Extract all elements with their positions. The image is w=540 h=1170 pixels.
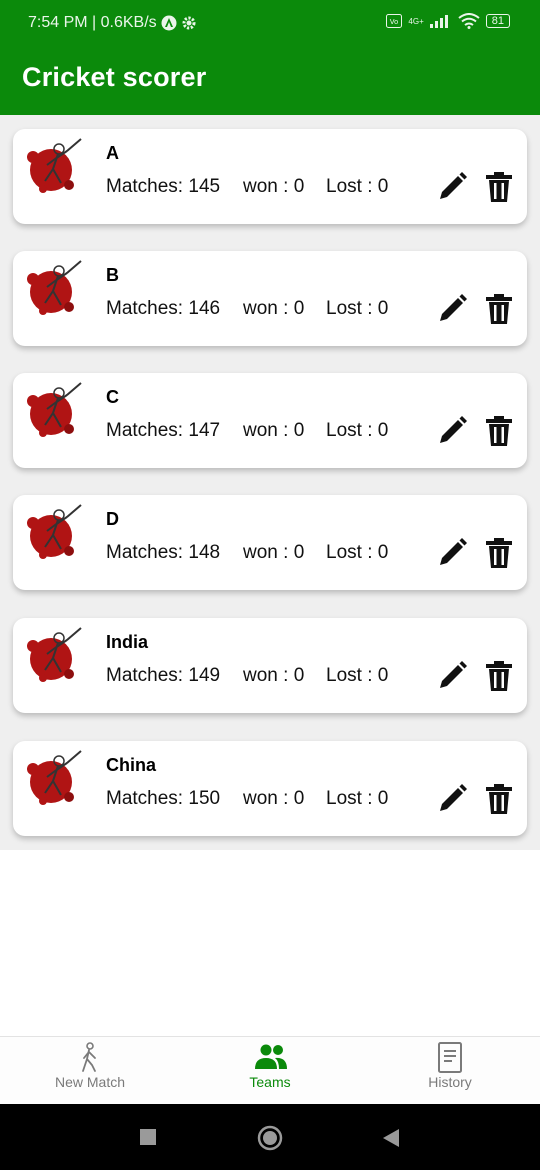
people-icon xyxy=(255,1044,287,1069)
battery-level: 81 xyxy=(491,15,504,27)
edit-pencil-icon[interactable] xyxy=(436,783,468,815)
lost-value: 0 xyxy=(377,176,389,197)
nav-history[interactable]: History xyxy=(360,1037,540,1105)
lost-value: 0 xyxy=(377,542,389,563)
cricket-batsman-logo-icon xyxy=(27,750,82,805)
cricket-batsman-logo-icon xyxy=(27,504,82,559)
signal-strength-icon xyxy=(429,15,448,28)
lost-label: Lost : xyxy=(326,176,373,197)
recent-apps-square-icon[interactable] xyxy=(140,1129,156,1145)
nav-new-match[interactable]: New Match xyxy=(0,1037,180,1105)
won-label: won : xyxy=(243,298,289,319)
home-circle-icon[interactable] xyxy=(257,1125,283,1151)
matches-label: Matches: xyxy=(106,298,184,319)
matches-value: 147 xyxy=(188,420,221,441)
edit-pencil-icon[interactable] xyxy=(436,293,468,325)
cricket-batsman-logo-icon xyxy=(27,627,82,682)
lost-label: Lost : xyxy=(326,665,373,686)
lost-value: 0 xyxy=(377,298,389,319)
edit-pencil-icon[interactable] xyxy=(436,415,468,447)
nav-label: New Match xyxy=(54,1074,126,1090)
team-card[interactable]: India Matches: 149 won : 0 Lost : 0 xyxy=(13,618,527,713)
team-name: China xyxy=(106,755,157,775)
lost-value: 0 xyxy=(377,788,389,809)
lost-value: 0 xyxy=(377,665,389,686)
team-name: A xyxy=(106,143,119,163)
won-label: won : xyxy=(243,176,289,197)
matches-value: 148 xyxy=(188,542,221,563)
lost-value: 0 xyxy=(377,420,389,441)
cricket-batsman-logo-icon xyxy=(27,382,82,437)
matches-value: 146 xyxy=(188,298,221,319)
wifi-icon xyxy=(458,13,480,29)
team-name: D xyxy=(106,509,119,529)
status-bar: 7:54 PM | 0.6KB/s Vo 4G+ 81 xyxy=(0,0,540,48)
matches-label: Matches: xyxy=(106,788,184,809)
matches-value: 150 xyxy=(188,788,221,809)
team-name: B xyxy=(106,265,119,285)
team-card[interactable]: A Matches: 145 won : 0 Lost : 0 xyxy=(13,129,527,224)
matches-label: Matches: xyxy=(106,542,184,563)
nav-teams[interactable]: Teams xyxy=(180,1037,360,1105)
cricket-batsman-logo-icon xyxy=(27,138,82,193)
svg-text:Vo: Vo xyxy=(390,18,399,26)
network-type: 4G+ xyxy=(408,16,424,26)
back-triangle-icon[interactable] xyxy=(382,1128,400,1148)
lost-label: Lost : xyxy=(326,298,373,319)
team-name: C xyxy=(106,387,119,407)
delete-trash-icon[interactable] xyxy=(485,415,513,447)
delete-trash-icon[interactable] xyxy=(485,537,513,569)
won-label: won : xyxy=(243,788,289,809)
team-card[interactable]: China Matches: 150 won : 0 Lost : 0 xyxy=(13,741,527,836)
settings-gear-icon xyxy=(182,16,196,30)
team-card[interactable]: B Matches: 146 won : 0 Lost : 0 xyxy=(13,251,527,346)
won-value: 0 xyxy=(293,665,305,686)
edit-pencil-icon[interactable] xyxy=(436,660,468,692)
won-value: 0 xyxy=(293,542,305,563)
delete-trash-icon[interactable] xyxy=(485,660,513,692)
history-document-icon xyxy=(438,1042,462,1073)
app-notification-icon xyxy=(161,15,177,31)
matches-value: 145 xyxy=(188,176,221,197)
delete-trash-icon[interactable] xyxy=(485,783,513,815)
volte-icon: Vo xyxy=(386,14,403,28)
battery-indicator: 81 xyxy=(485,14,510,28)
won-value: 0 xyxy=(293,176,305,197)
won-value: 0 xyxy=(293,298,305,319)
team-name: India xyxy=(106,632,149,652)
bottom-navigation: New Match Teams History xyxy=(0,1036,540,1105)
won-value: 0 xyxy=(293,788,305,809)
nav-label: History xyxy=(428,1074,472,1090)
walking-person-icon xyxy=(82,1042,96,1072)
won-label: won : xyxy=(243,665,289,686)
team-list: A Matches: 145 won : 0 Lost : 0 B Matche… xyxy=(0,115,540,850)
matches-label: Matches: xyxy=(106,420,184,441)
system-navigation-bar xyxy=(0,1104,540,1170)
matches-value: 149 xyxy=(188,665,221,686)
lost-label: Lost : xyxy=(326,420,373,441)
won-label: won : xyxy=(243,542,289,563)
nav-label: Teams xyxy=(249,1074,291,1090)
lost-label: Lost : xyxy=(326,788,373,809)
lost-label: Lost : xyxy=(326,542,373,563)
matches-label: Matches: xyxy=(106,665,184,686)
team-card[interactable]: C Matches: 147 won : 0 Lost : 0 xyxy=(13,373,527,468)
status-time: 7:54 PM | 0.6KB/s xyxy=(28,14,157,31)
delete-trash-icon[interactable] xyxy=(485,293,513,325)
won-value: 0 xyxy=(293,420,305,441)
app-bar: Cricket scorer xyxy=(0,48,540,115)
team-card[interactable]: D Matches: 148 won : 0 Lost : 0 xyxy=(13,495,527,590)
delete-trash-icon[interactable] xyxy=(485,171,513,203)
won-label: won : xyxy=(243,420,289,441)
edit-pencil-icon[interactable] xyxy=(436,537,468,569)
edit-pencil-icon[interactable] xyxy=(436,171,468,203)
app-title: Cricket scorer xyxy=(22,62,207,92)
matches-label: Matches: xyxy=(106,176,184,197)
cricket-batsman-logo-icon xyxy=(27,260,82,315)
